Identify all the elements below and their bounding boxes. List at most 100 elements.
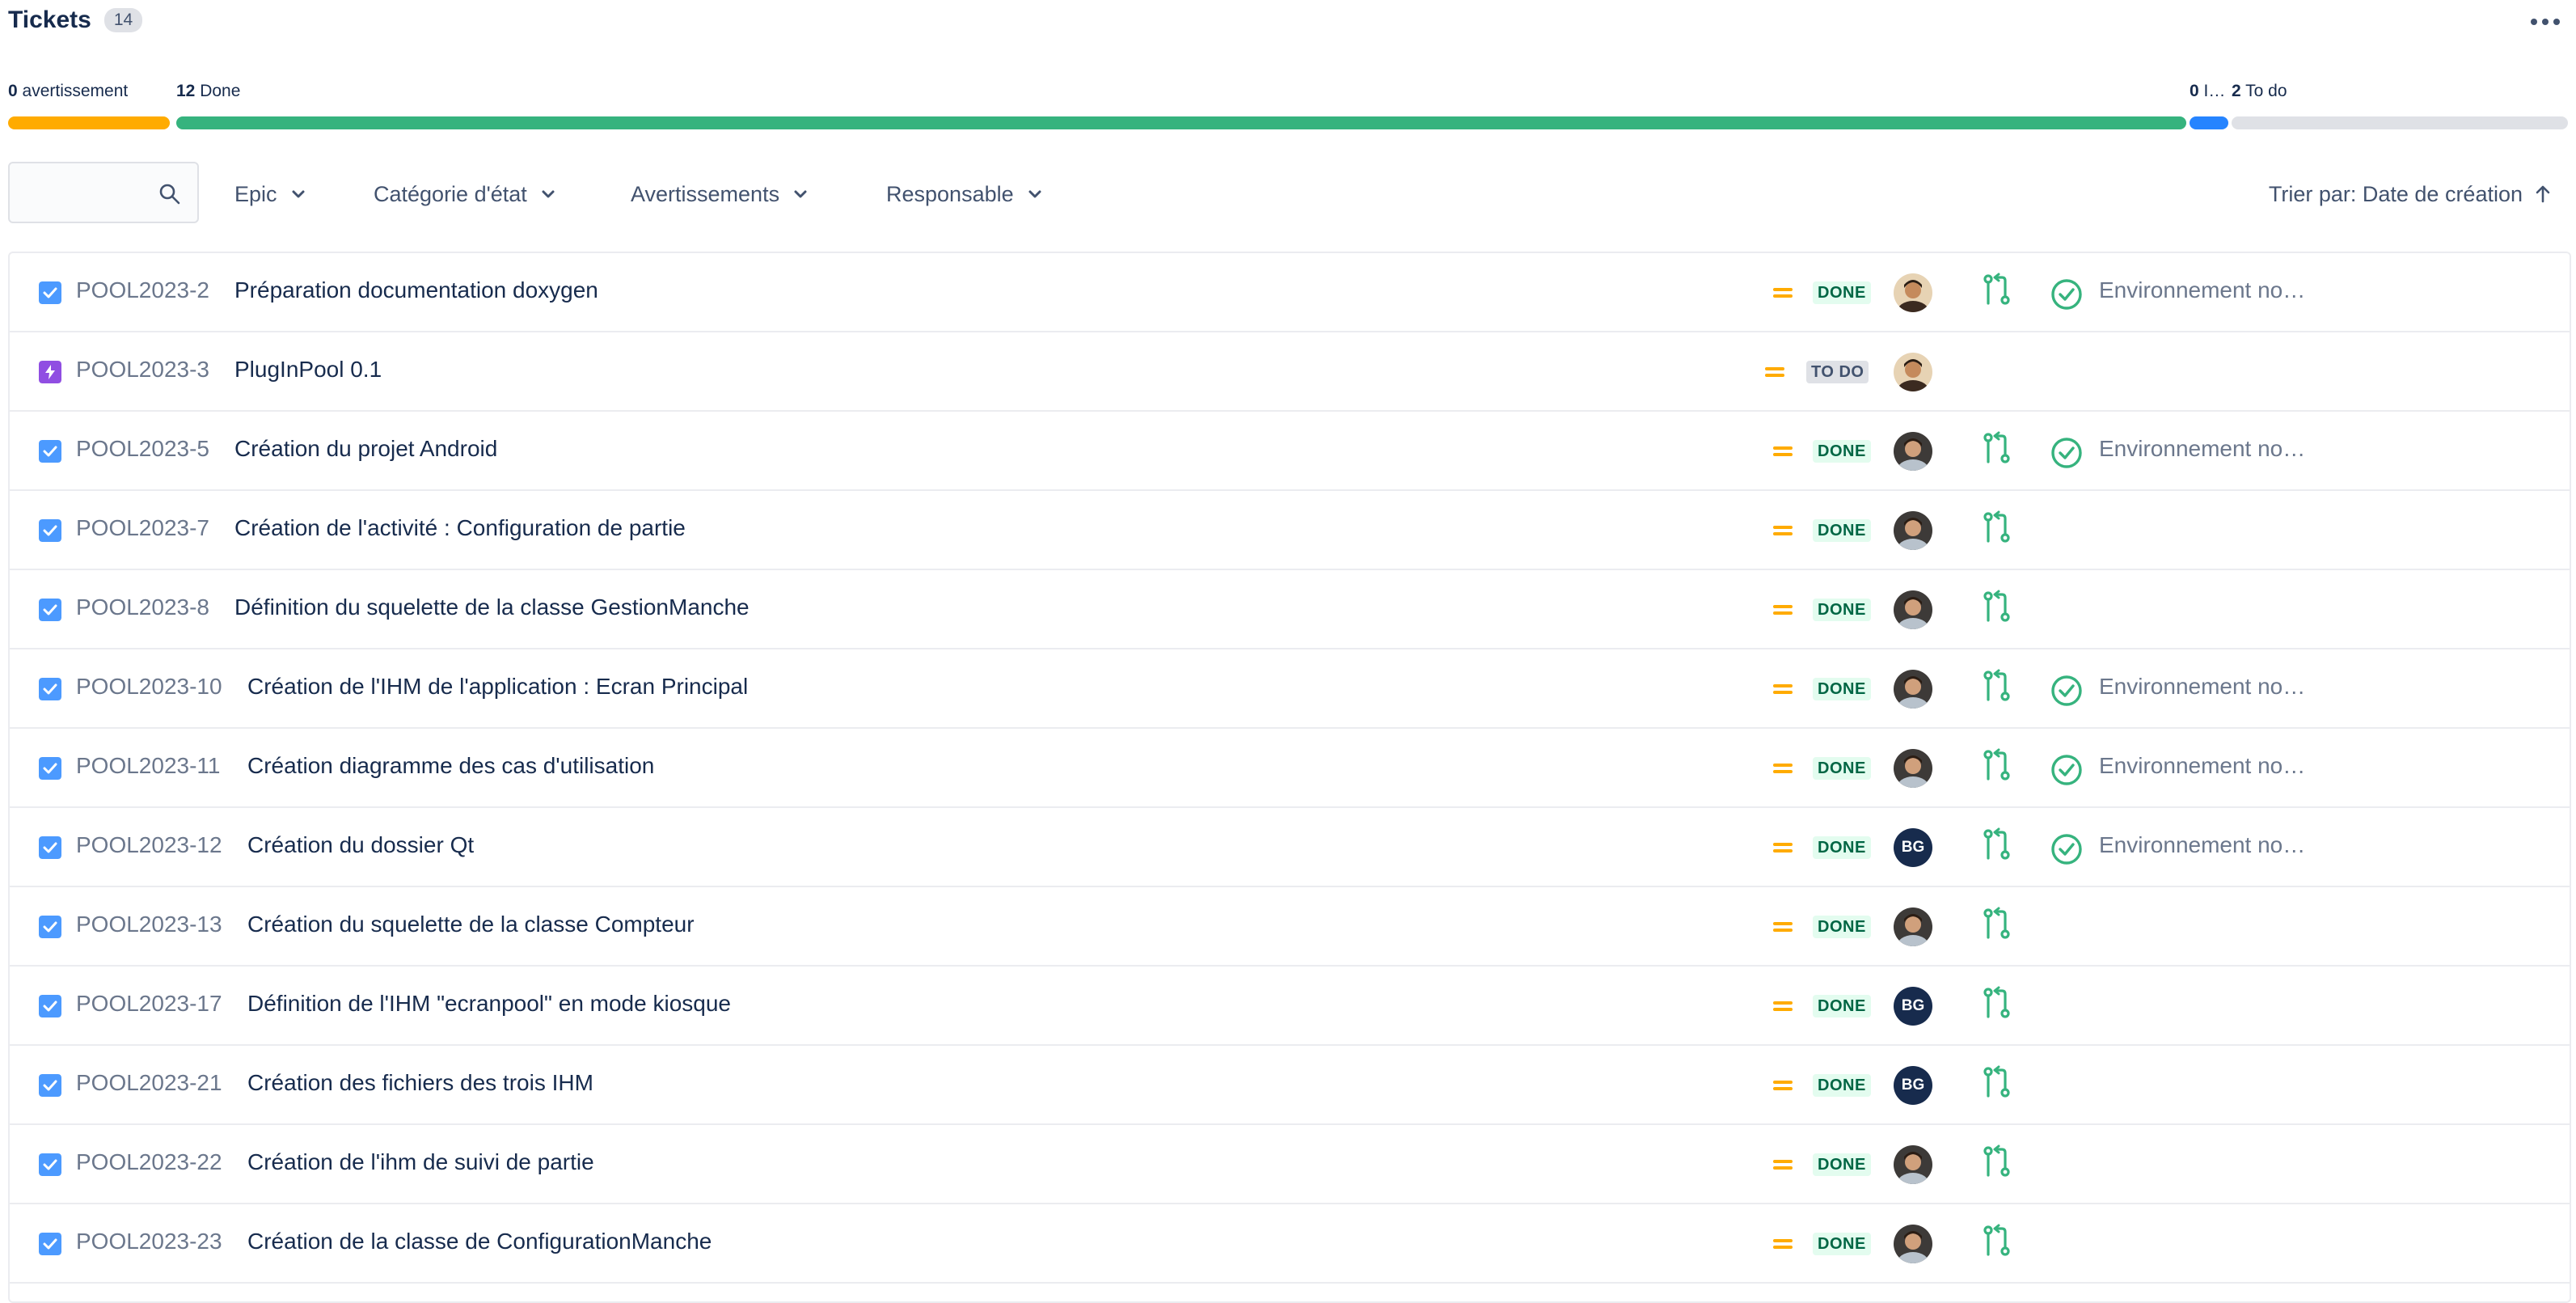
filter-assignee[interactable]: Responsable	[886, 176, 1043, 212]
filter-state-category[interactable]: Catégorie d'état	[374, 176, 556, 212]
ticket-key[interactable]: POOL2023-13	[76, 912, 222, 937]
ticket-key[interactable]: POOL2023-21	[76, 1070, 222, 1096]
ticket-key[interactable]: POOL2023-22	[76, 1149, 222, 1175]
progress-label-done[interactable]: 12 Done	[176, 82, 240, 101]
ticket-row[interactable]: POOL2023-17 Définition de l'IHM "ecranpoo…	[10, 967, 2570, 1046]
ticket-key[interactable]: POOL2023-10	[76, 674, 222, 700]
ticket-row[interactable]: POOL2023-23 Création de la classe de Conf…	[10, 1204, 2570, 1284]
status-badge[interactable]: DONE	[1813, 836, 1871, 859]
deployment-environment[interactable]: Environnement no…	[2099, 436, 2305, 462]
ticket-summary[interactable]: Création des fichiers des trois IHM	[247, 1070, 593, 1096]
status-badge[interactable]: DONE	[1813, 995, 1871, 1017]
avatar[interactable]	[1894, 590, 1932, 629]
ticket-row[interactable]: POOL2023-13 Création du squelette de la c…	[10, 887, 2570, 967]
ticket-summary[interactable]: Création de l'IHM de l'application : Ecr…	[247, 674, 748, 700]
ticket-key[interactable]: POOL2023-8	[76, 594, 209, 620]
progress-label-todo[interactable]: 2 To do	[2232, 82, 2287, 101]
avatar[interactable]	[1894, 1225, 1932, 1263]
pull-request-icon[interactable]	[1981, 590, 2013, 625]
ticket-row[interactable]: POOL2023-10 Création de l'IHM de l'applic…	[10, 649, 2570, 729]
pull-request-icon[interactable]	[1981, 827, 2013, 863]
avatar[interactable]	[1894, 907, 1932, 946]
task-type-icon	[39, 678, 61, 700]
deployment-environment[interactable]: Environnement no…	[2099, 277, 2305, 303]
ticket-row[interactable]: POOL2023-5 Création du projet Android DONE…	[10, 412, 2570, 491]
status-badge[interactable]: DONE	[1813, 1074, 1871, 1097]
ticket-row[interactable]: POOL2023-21 Création des fichiers des tro…	[10, 1046, 2570, 1125]
filter-epic[interactable]: Epic	[234, 176, 306, 212]
ticket-summary[interactable]: Définition du squelette de la classe Ges…	[234, 594, 750, 620]
pull-request-icon[interactable]	[1981, 748, 2013, 784]
avatar[interactable]: BG	[1894, 987, 1932, 1026]
ticket-key[interactable]: POOL2023-11	[76, 753, 221, 779]
search-field[interactable]	[8, 162, 199, 223]
status-badge[interactable]: DONE	[1813, 599, 1871, 621]
ticket-summary[interactable]: Création du projet Android	[234, 436, 497, 462]
ticket-row[interactable]: POOL2023-7 Création de l'activité : Confi…	[10, 491, 2570, 570]
ticket-row[interactable]: POOL2023-12 Création du dossier Qt DONE BG E…	[10, 808, 2570, 887]
ticket-key[interactable]: POOL2023-3	[76, 357, 209, 383]
avatar[interactable]	[1894, 749, 1932, 788]
ticket-row[interactable]: POOL2023-3 PlugInPool 0.1 TO DO	[10, 332, 2570, 412]
pull-request-icon[interactable]	[1981, 1224, 2013, 1259]
avatar[interactable]: BG	[1894, 1066, 1932, 1105]
status-badge[interactable]: DONE	[1813, 281, 1871, 304]
pull-request-icon[interactable]	[1981, 1065, 2013, 1101]
ticket-summary[interactable]: Préparation documentation doxygen	[234, 277, 598, 303]
status-badge[interactable]: DONE	[1813, 678, 1871, 700]
filter-warnings[interactable]: Avertissements	[631, 176, 809, 212]
avatar[interactable]	[1894, 273, 1932, 312]
ticket-summary[interactable]: Création du squelette de la classe Compt…	[247, 912, 695, 937]
status-badge[interactable]: DONE	[1813, 519, 1871, 542]
ticket-summary[interactable]: PlugInPool 0.1	[234, 357, 382, 383]
pull-request-icon[interactable]	[1981, 1144, 2013, 1180]
progress-segment-in-progress[interactable]	[2190, 116, 2228, 129]
avatar[interactable]	[1894, 670, 1932, 709]
search-input[interactable]	[18, 175, 158, 212]
ticket-row[interactable]: POOL2023-22 Création de l'ihm de suivi de…	[10, 1125, 2570, 1204]
ticket-key[interactable]: POOL2023-5	[76, 436, 209, 462]
pull-request-icon[interactable]	[1981, 986, 2013, 1022]
ticket-summary[interactable]: Création de l'activité : Configuration d…	[234, 515, 686, 541]
more-options-icon[interactable]	[2527, 8, 2563, 36]
progress-label-in-progress[interactable]: 0 I…	[2190, 82, 2225, 101]
progress-segment-warning[interactable]	[8, 116, 170, 129]
pull-request-icon[interactable]	[1981, 669, 2013, 704]
pull-request-icon[interactable]	[1981, 273, 2013, 308]
status-badge[interactable]: DONE	[1813, 916, 1871, 938]
status-badge[interactable]: DONE	[1813, 1233, 1871, 1255]
progress-segment-done[interactable]	[176, 116, 2186, 129]
ticket-summary[interactable]: Création du dossier Qt	[247, 832, 474, 858]
ticket-summary[interactable]: Définition de l'IHM "ecranpool" en mode …	[247, 991, 731, 1017]
status-badge[interactable]: DONE	[1813, 1153, 1871, 1176]
pull-request-icon[interactable]	[1981, 907, 2013, 942]
avatar[interactable]	[1894, 353, 1932, 391]
ticket-summary[interactable]: Création de la classe de ConfigurationMa…	[247, 1229, 712, 1254]
ticket-key[interactable]: POOL2023-2	[76, 277, 209, 303]
priority-medium-icon	[1773, 684, 1793, 694]
status-badge[interactable]: DONE	[1813, 440, 1871, 463]
ticket-key[interactable]: POOL2023-23	[76, 1229, 222, 1254]
ticket-row[interactable]: POOL2023-2 Préparation documentation doxy…	[10, 253, 2570, 332]
pull-request-icon[interactable]	[1981, 431, 2013, 467]
status-badge[interactable]: DONE	[1813, 757, 1871, 780]
progress-label-warning[interactable]: 0 avertissement	[8, 82, 128, 101]
ticket-row[interactable]: POOL2023-8 Définition du squelette de la …	[10, 570, 2570, 649]
ticket-key[interactable]: POOL2023-7	[76, 515, 209, 541]
avatar[interactable]	[1894, 1145, 1932, 1184]
status-badge[interactable]: TO DO	[1806, 361, 1869, 383]
progress-segment-todo[interactable]	[2232, 116, 2568, 129]
deployment-environment[interactable]: Environnement no…	[2099, 753, 2305, 779]
ticket-row[interactable]: POOL2023-11 Création diagramme des cas d'…	[10, 729, 2570, 808]
ticket-key[interactable]: POOL2023-17	[76, 991, 222, 1017]
sort-button[interactable]: Trier par: Date de création	[2269, 176, 2552, 212]
avatar[interactable]	[1894, 432, 1932, 471]
ticket-key[interactable]: POOL2023-12	[76, 832, 222, 858]
ticket-summary[interactable]: Création de l'ihm de suivi de partie	[247, 1149, 594, 1175]
avatar[interactable]: BG	[1894, 828, 1932, 867]
avatar[interactable]	[1894, 511, 1932, 550]
deployment-environment[interactable]: Environnement no…	[2099, 832, 2305, 858]
ticket-summary[interactable]: Création diagramme des cas d'utilisation	[247, 753, 654, 779]
pull-request-icon[interactable]	[1981, 510, 2013, 546]
deployment-environment[interactable]: Environnement no…	[2099, 674, 2305, 700]
